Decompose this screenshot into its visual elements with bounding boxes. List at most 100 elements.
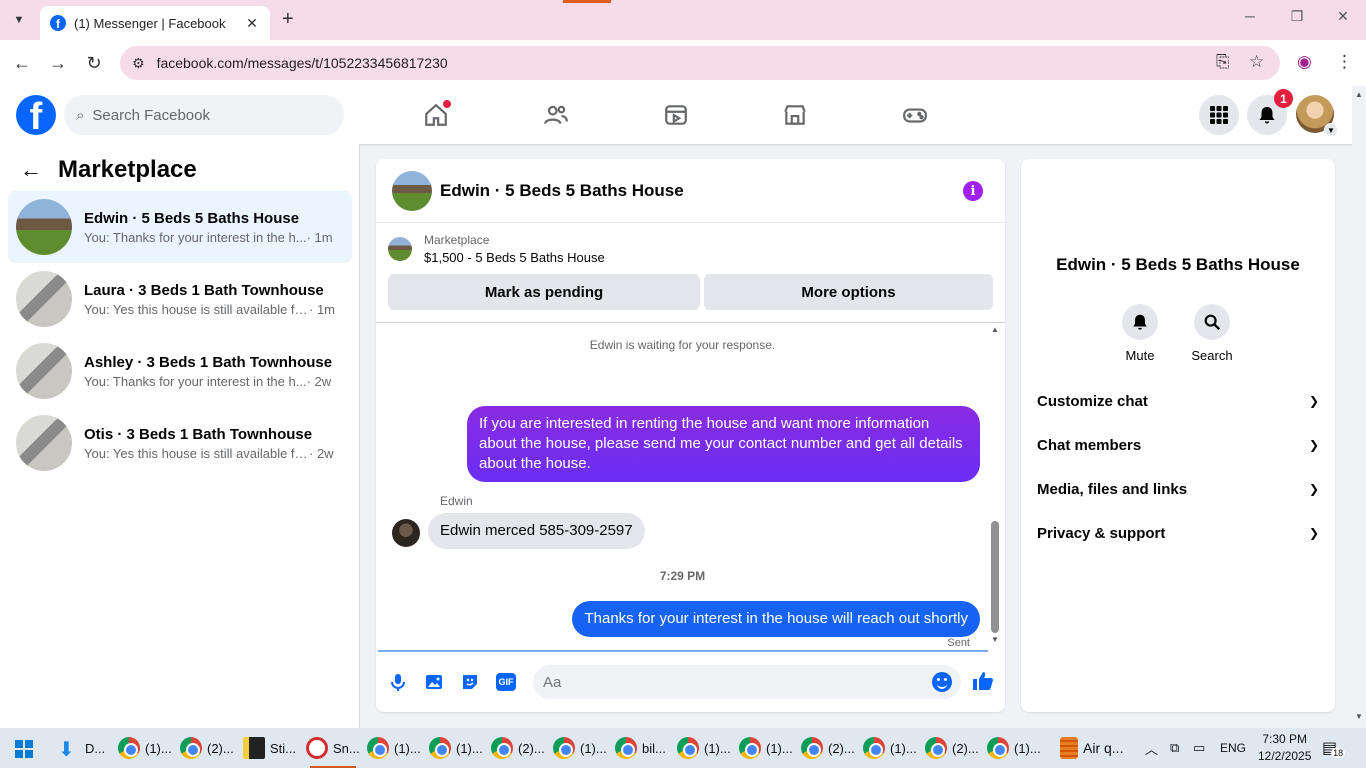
taskbar-chrome-window[interactable]: (1)... xyxy=(863,734,917,762)
new-tab-plus-icon[interactable]: + xyxy=(282,8,294,31)
customize-chat-section[interactable]: Customize chat ❯ xyxy=(1037,381,1319,421)
taskbar-downloads[interactable]: ⬇ D... xyxy=(58,734,105,762)
browser-tab-messenger[interactable]: f (1) Messenger | Facebook ✕ xyxy=(40,6,270,40)
conversation-snippet: You: Yes this house is still available f… xyxy=(84,445,309,461)
tab-strip-accent xyxy=(563,0,611,3)
site-info-icon[interactable]: ⚙ xyxy=(132,55,145,72)
sticky-notes-icon xyxy=(243,737,265,759)
video-icon[interactable] xyxy=(661,100,691,130)
sender-avatar[interactable] xyxy=(392,519,420,547)
taskbar-label: (1)... xyxy=(704,740,731,756)
taskbar-chrome-window[interactable]: (1)... xyxy=(118,734,172,762)
incoming-message[interactable]: Edwin merced 585-309-2597 xyxy=(428,513,645,549)
marketplace-icon[interactable] xyxy=(780,100,810,130)
mark-as-pending-button[interactable]: Mark as pending xyxy=(388,274,700,310)
taskbar-chrome-window[interactable]: bil... xyxy=(615,734,666,762)
menu-grid-button[interactable] xyxy=(1199,95,1239,135)
listing-label: Marketplace xyxy=(424,233,490,247)
emoji-icon[interactable] xyxy=(932,672,952,692)
search-in-chat-button[interactable]: Search xyxy=(1182,304,1242,363)
mute-button[interactable]: Mute xyxy=(1110,304,1170,363)
listing-summary[interactable]: Marketplace $1,500 - 5 Beds 5 Baths Hous… xyxy=(388,233,605,265)
forward-arrow-icon[interactable]: → xyxy=(45,50,71,76)
notifications-button[interactable]: 1 xyxy=(1247,89,1293,135)
gif-icon[interactable]: GIF xyxy=(495,671,517,693)
tab-search-chevron-icon[interactable]: ▼ xyxy=(8,9,30,31)
device-icon[interactable]: ⧉ xyxy=(1170,728,1179,768)
language-indicator[interactable]: ENG xyxy=(1220,728,1246,768)
back-arrow-icon[interactable]: ← xyxy=(9,50,35,76)
chrome-icon xyxy=(491,737,513,759)
taskbar-chrome-window[interactable]: (1)... xyxy=(677,734,731,762)
scroll-down-icon[interactable]: ▼ xyxy=(991,635,999,644)
home-icon[interactable] xyxy=(421,100,451,130)
conversation-item[interactable]: Ashley · 3 Beds 1 Bath Townhouse You: Th… xyxy=(8,335,352,407)
media-files-links-section[interactable]: Media, files and links ❯ xyxy=(1037,469,1319,509)
taskbar-chrome-window[interactable]: (1)... xyxy=(367,734,421,762)
show-hidden-icons-icon[interactable]: ︿ xyxy=(1145,728,1158,768)
conversation-item[interactable]: Edwin · 5 Beds 5 Baths House You: Thanks… xyxy=(8,191,352,263)
chat-avatar[interactable] xyxy=(392,170,432,211)
conversation-item[interactable]: Otis · 3 Beds 1 Bath Townhouse You: Yes … xyxy=(8,407,352,479)
taskbar-chrome-window[interactable]: (2)... xyxy=(491,734,545,762)
network-icon[interactable]: ▭ xyxy=(1193,728,1205,768)
privacy-support-section[interactable]: Privacy & support ❯ xyxy=(1037,513,1319,553)
more-options-button[interactable]: More options xyxy=(704,274,993,310)
taskbar-chrome-window[interactable]: (1)... xyxy=(429,734,483,762)
close-tab-icon[interactable]: ✕ xyxy=(244,15,260,32)
chat-title[interactable]: Edwin · 5 Beds 5 Baths House xyxy=(440,181,684,201)
conversation-time: · 2w xyxy=(309,445,334,461)
scroll-up-icon[interactable]: ▲ xyxy=(1355,90,1363,99)
photo-icon[interactable] xyxy=(423,671,445,693)
minimize-icon[interactable]: ─ xyxy=(1230,8,1270,24)
taskbar-weather[interactable]: Air q... xyxy=(1060,734,1123,762)
chrome-menu-icon[interactable]: ⋮ xyxy=(1336,52,1353,72)
info-icon[interactable]: i xyxy=(963,181,983,201)
taskbar-chrome-window[interactable]: (2)... xyxy=(925,734,979,762)
sticker-icon[interactable] xyxy=(459,671,481,693)
back-arrow-icon[interactable]: ← xyxy=(20,157,42,183)
scroll-down-icon[interactable]: ▼ xyxy=(1355,712,1363,721)
facebook-logo-icon[interactable]: f xyxy=(16,95,56,135)
gaming-icon[interactable] xyxy=(900,100,930,130)
taskbar-sticky-notes[interactable]: Sti... xyxy=(243,734,296,762)
account-avatar[interactable]: ▼ xyxy=(1296,95,1338,137)
taskbar-chrome-window[interactable]: (1)... xyxy=(739,734,793,762)
friends-icon[interactable] xyxy=(541,100,571,130)
restore-icon[interactable]: ❐ xyxy=(1277,8,1317,25)
scroll-up-icon[interactable]: ▲ xyxy=(991,325,999,334)
bookmark-star-icon[interactable]: ☆ xyxy=(1249,52,1264,72)
conversation-item[interactable]: Laura · 3 Beds 1 Bath Townhouse You: Yes… xyxy=(8,263,352,335)
outgoing-message[interactable]: If you are interested in renting the hou… xyxy=(467,406,980,482)
grid-icon xyxy=(1210,106,1228,124)
profile-icon[interactable]: ◉ xyxy=(1297,52,1312,72)
taskbar-label: Sti... xyxy=(270,740,297,756)
windows-start-icon[interactable] xyxy=(15,740,33,758)
taskbar-label: bil... xyxy=(642,740,666,756)
page-scrollbar[interactable]: ▲ ▼ xyxy=(1352,86,1366,728)
taskbar-chrome-window[interactable]: (2)... xyxy=(180,734,234,762)
taskbar-clock[interactable]: 7:30 PM 12/2/2025 xyxy=(1258,731,1311,765)
reload-icon[interactable]: ↻ xyxy=(81,50,107,76)
message-input[interactable] xyxy=(533,665,961,699)
taskbar-snipping-tool[interactable]: Sn... xyxy=(306,734,360,768)
taskbar-label: (2)... xyxy=(518,740,545,756)
close-window-icon[interactable]: ✕ xyxy=(1323,8,1363,25)
taskbar-chrome-window[interactable]: (1)... xyxy=(987,734,1041,762)
facebook-search-input[interactable]: ⌕ Search Facebook xyxy=(64,95,344,135)
listing-photo[interactable] xyxy=(1142,175,1214,247)
taskbar-chrome-window[interactable]: (2)... xyxy=(801,734,855,762)
chat-members-section[interactable]: Chat members ❯ xyxy=(1037,425,1319,465)
download-arrow-icon: ⬇ xyxy=(58,739,75,761)
taskbar-chrome-window[interactable]: (1)... xyxy=(553,734,607,762)
taskbar-label: (2)... xyxy=(828,740,855,756)
notification-center-icon[interactable]: ▤ 18 xyxy=(1322,728,1346,768)
address-bar[interactable]: ⚙ facebook.com/messages/t/10522334568172… xyxy=(120,46,1280,80)
chat-scrollbar[interactable]: ▲ ▼ xyxy=(989,325,1001,647)
waiting-notice: Edwin is waiting for your response. xyxy=(589,338,776,352)
install-app-icon[interactable]: ⎘ xyxy=(1216,52,1230,72)
outgoing-message[interactable]: Thanks for your interest in the house wi… xyxy=(572,601,980,637)
scrollbar-thumb[interactable] xyxy=(991,521,999,633)
microphone-icon[interactable] xyxy=(387,671,409,693)
like-thumbs-up-icon[interactable] xyxy=(971,669,995,696)
